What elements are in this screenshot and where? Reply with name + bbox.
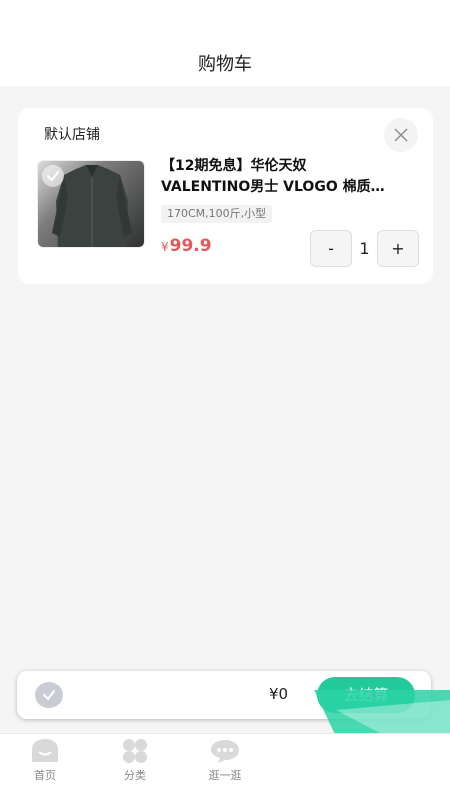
check-icon bbox=[47, 171, 59, 182]
price-value: 99.9 bbox=[169, 236, 212, 256]
quantity-value: 1 bbox=[359, 239, 370, 258]
page-title: 购物车 bbox=[198, 54, 252, 75]
shop-name: 默认店铺 bbox=[44, 127, 100, 143]
header: 购物车 bbox=[0, 0, 450, 86]
bottom-tab-bar: 首页 分类 逛一逛 bbox=[0, 733, 450, 800]
tab-browse-label: 逛一逛 bbox=[208, 769, 242, 782]
tab-home[interactable]: 首页 bbox=[10, 738, 80, 796]
tab-home-label: 首页 bbox=[34, 769, 56, 782]
category-icon bbox=[123, 739, 147, 763]
chat-bubble-icon bbox=[211, 740, 239, 763]
total-price: ¥0 bbox=[269, 685, 289, 703]
check-icon bbox=[43, 690, 55, 701]
quantity-increase-button[interactable]: + bbox=[377, 230, 419, 267]
product-price: ¥99.9 bbox=[161, 236, 212, 256]
product-title-line2: VALENTINO男士 VLOGO 棉质… bbox=[161, 179, 385, 195]
product-title-line1: 【12期免息】华伦天奴 bbox=[161, 158, 307, 174]
remove-shop-button[interactable] bbox=[384, 118, 418, 152]
item-select-checkbox[interactable] bbox=[42, 165, 64, 187]
tab-category-label: 分类 bbox=[124, 769, 146, 782]
close-icon bbox=[394, 128, 408, 142]
shop-card: 默认店铺 【12期免息】华伦天奴 VALENTINO男士 VLOGO 棉质… 1… bbox=[18, 108, 433, 284]
checkout-button[interactable]: 去结算 bbox=[317, 677, 415, 713]
sku-selector[interactable]: 170CM,100斤,小型 bbox=[161, 205, 273, 223]
home-icon bbox=[32, 739, 58, 762]
price-currency: ¥ bbox=[161, 240, 169, 254]
product-title[interactable]: 【12期免息】华伦天奴 VALENTINO男士 VLOGO 棉质… bbox=[161, 156, 423, 198]
product-image[interactable] bbox=[37, 160, 145, 248]
quantity-decrease-button[interactable]: - bbox=[310, 230, 352, 267]
tab-browse[interactable]: 逛一逛 bbox=[190, 738, 260, 796]
tab-category[interactable]: 分类 bbox=[100, 738, 170, 796]
select-all-checkbox[interactable] bbox=[35, 682, 63, 708]
checkout-bar: ¥0 去结算 bbox=[17, 671, 431, 719]
